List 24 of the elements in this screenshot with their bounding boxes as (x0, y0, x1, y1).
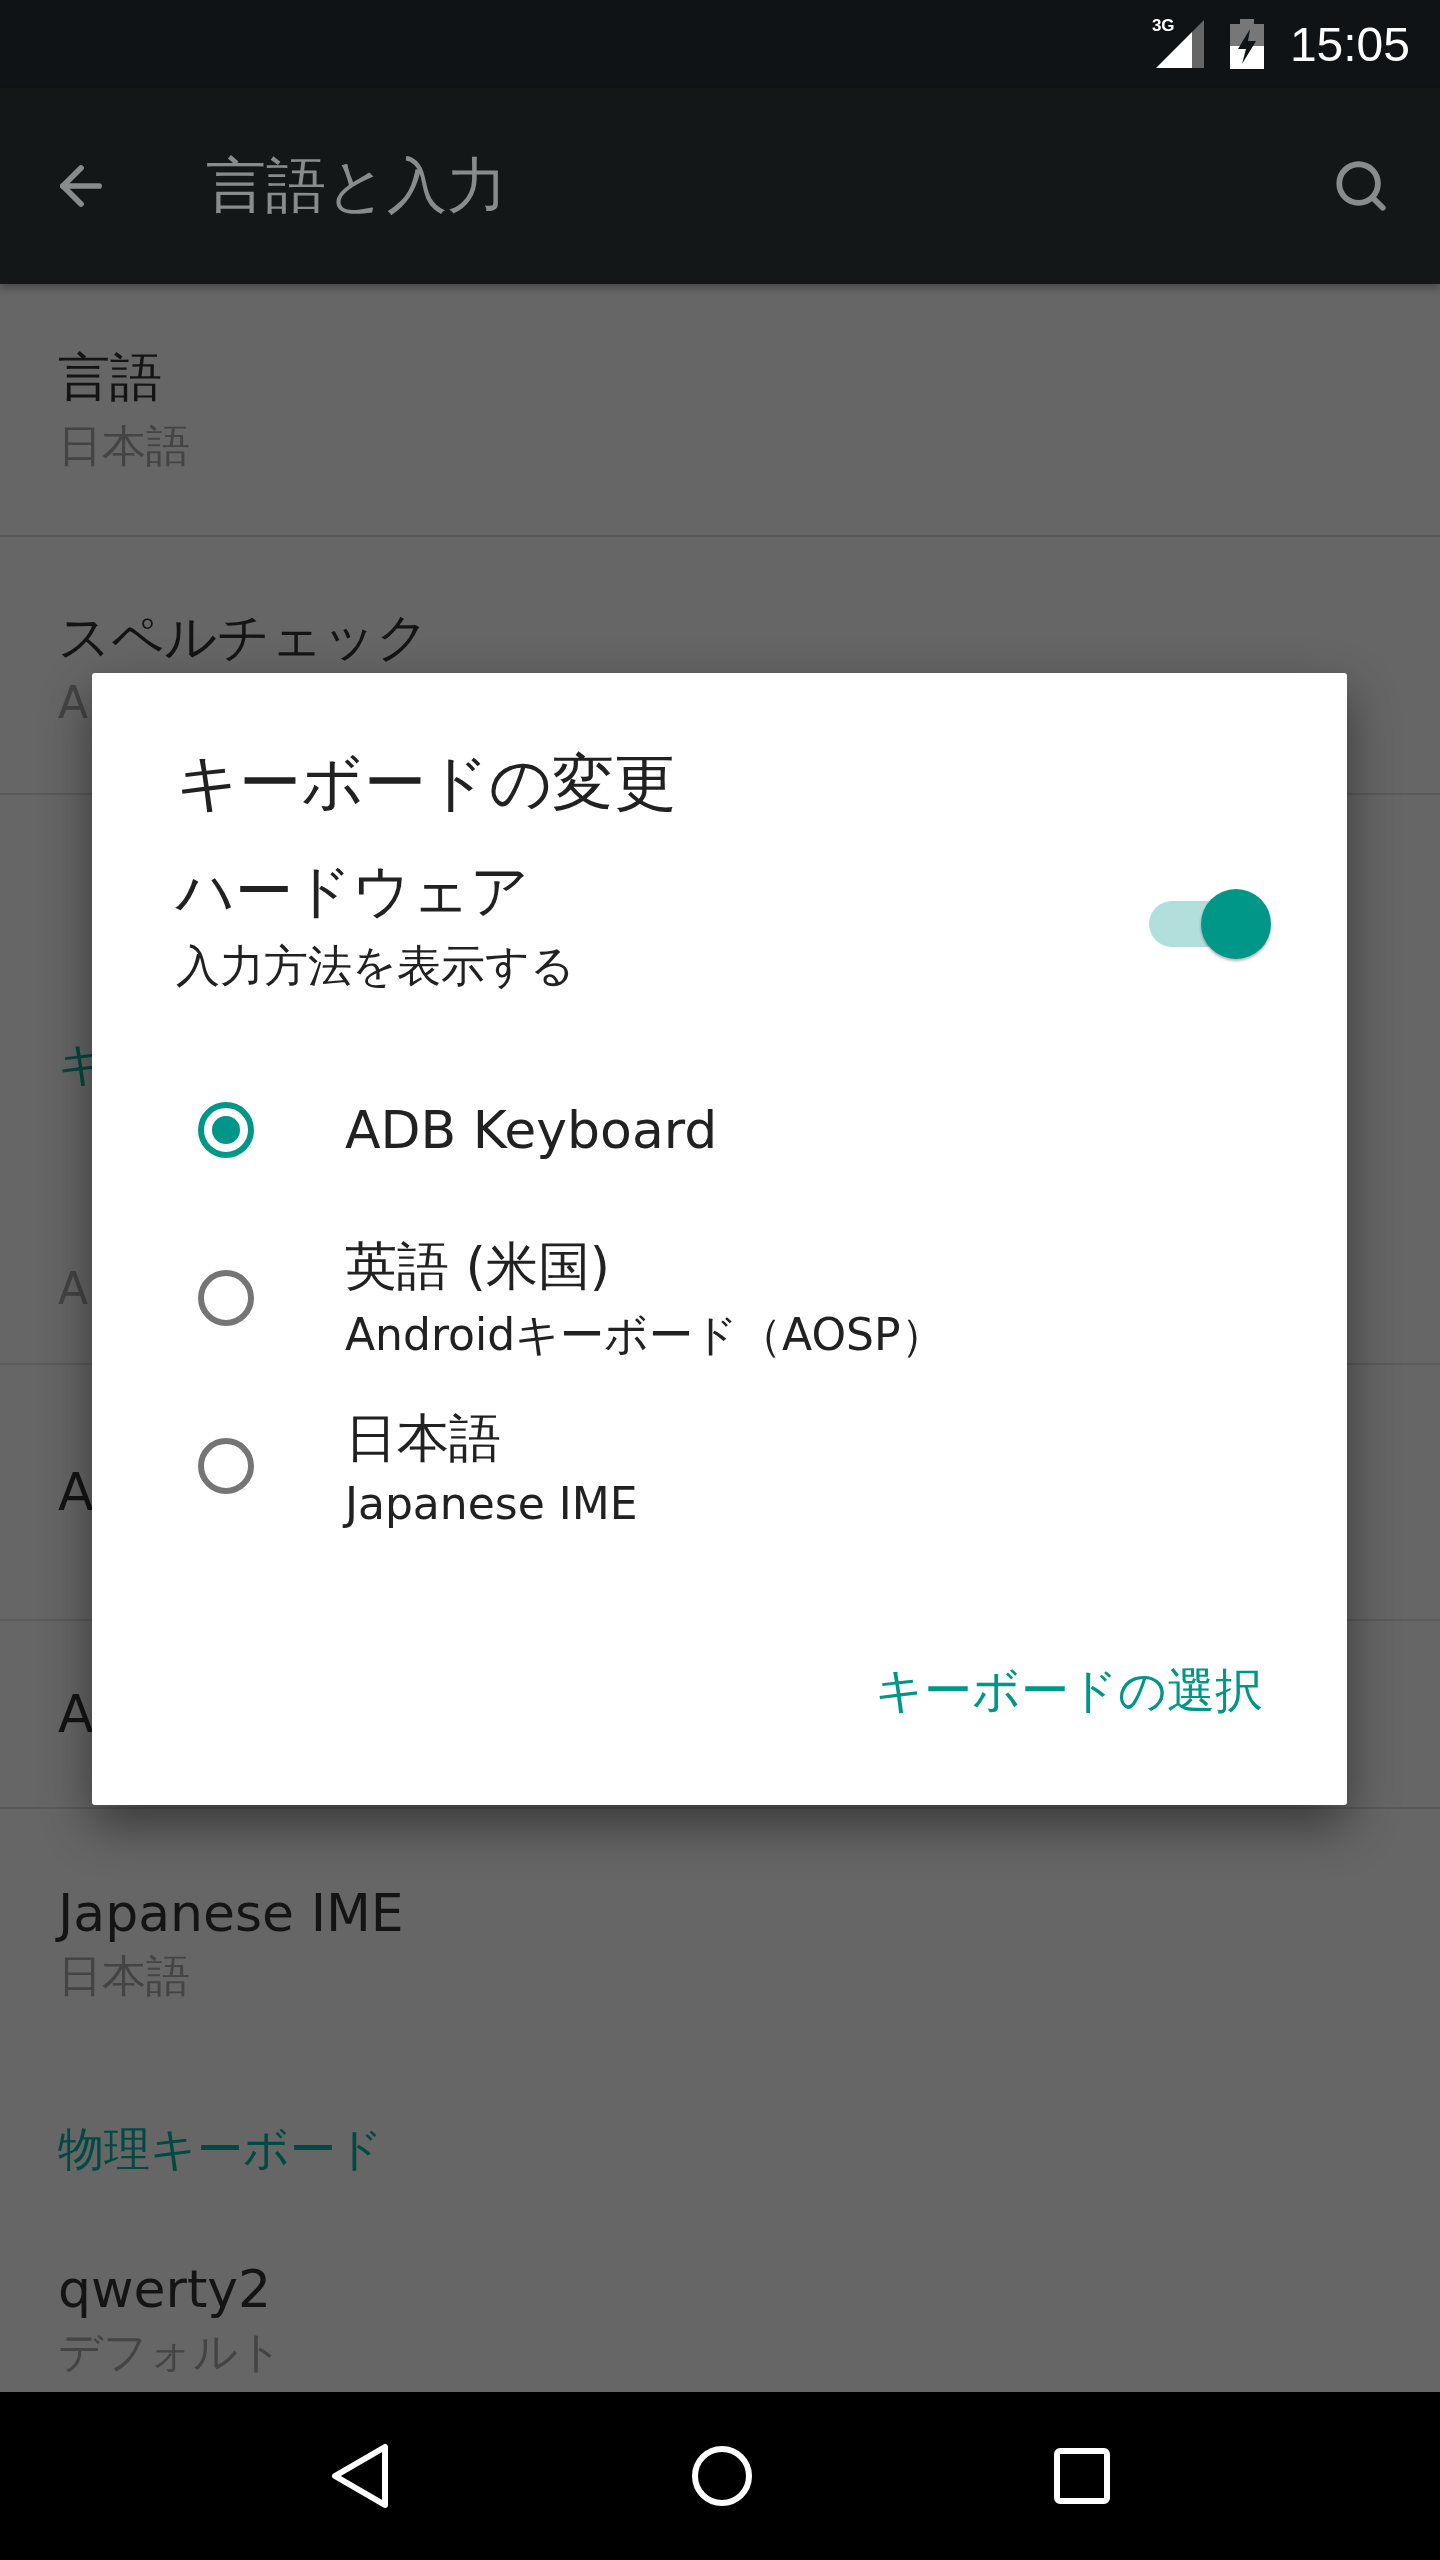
home-nav-icon[interactable] (691, 2445, 753, 2507)
hardware-title: ハードウェア (176, 856, 530, 927)
dialog-title: キーボードの変更 (176, 745, 676, 821)
radio-button[interactable] (198, 1438, 254, 1494)
keyboard-name[interactable]: 日本語 (345, 1403, 638, 1474)
clock: 15:05 (1289, 16, 1410, 72)
radio-button[interactable] (198, 1270, 254, 1326)
keyboard-summary: Androidキーボード（AOSP） (345, 1307, 945, 1362)
setting-title[interactable]: A (58, 1462, 94, 1522)
setting-title[interactable]: スペルチェック (58, 602, 429, 673)
hardware-summary: 入力方法を表示する (176, 939, 575, 993)
setting-title[interactable]: 言語 (58, 343, 162, 413)
battery-charging-icon (1229, 19, 1264, 69)
recents-nav-icon[interactable] (1053, 2448, 1110, 2504)
section-header: 物理キーボード (58, 2121, 383, 2178)
choose-keyboard-button[interactable]: キーボードの選択 (865, 1649, 1273, 1733)
app-title: 言語と入力 (206, 148, 508, 222)
keyboard-name[interactable]: ADB Keyboard (345, 1100, 718, 1160)
radio-button[interactable] (198, 1102, 254, 1158)
network-type: 3G (1151, 16, 1175, 36)
setting-title[interactable]: A (58, 1684, 94, 1744)
keyboard-name[interactable]: 英語 (米国) (345, 1231, 945, 1302)
setting-title[interactable]: qwerty2 (58, 2258, 272, 2319)
back-nav-icon[interactable] (330, 2443, 391, 2509)
